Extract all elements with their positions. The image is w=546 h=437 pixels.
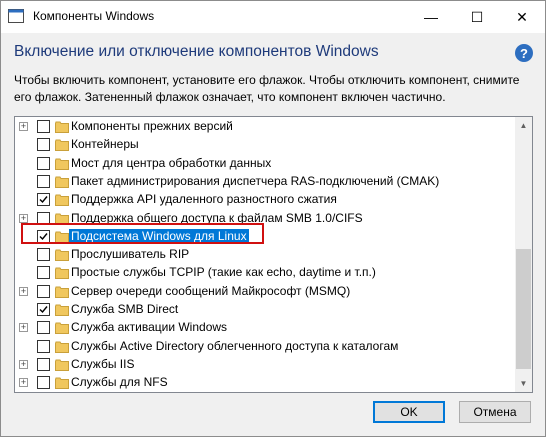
feature-checkbox[interactable]: [37, 174, 50, 188]
feature-row[interactable]: Служба SMB Direct: [15, 300, 515, 319]
feature-row[interactable]: + Служба активации Windows: [15, 318, 515, 337]
feature-checkbox[interactable]: [37, 156, 50, 170]
vertical-scrollbar[interactable]: ▲ ▼: [515, 117, 532, 392]
feature-checkbox[interactable]: [37, 321, 50, 335]
feature-label: Сервер очереди сообщений Майкрософт (MSM…: [71, 283, 351, 298]
feature-checkbox[interactable]: [37, 284, 50, 298]
feature-checkbox[interactable]: [37, 248, 50, 262]
feature-checkbox[interactable]: [37, 357, 50, 371]
folder-icon: [55, 212, 69, 225]
expand-plus-icon[interactable]: +: [19, 213, 28, 223]
feature-row[interactable]: Поддержка API удаленного разностного сжа…: [15, 190, 515, 209]
feature-checkbox[interactable]: [37, 376, 50, 390]
feature-label: Компоненты прежних версий: [71, 119, 233, 133]
feature-label: Службы Active Directory облегченного дос…: [71, 338, 399, 353]
cancel-button[interactable]: Отмена: [459, 401, 531, 423]
feature-row[interactable]: Простые службы TCPIP (такие как echo, da…: [15, 263, 515, 282]
expand-plus-icon[interactable]: +: [19, 286, 28, 296]
folder-icon: [55, 358, 69, 371]
window-title: Компоненты Windows: [33, 9, 155, 23]
feature-row[interactable]: + Службы IIS: [15, 355, 515, 374]
expand-plus-icon[interactable]: +: [19, 359, 28, 369]
feature-label: Простые службы TCPIP (такие как echo, da…: [71, 265, 376, 280]
feature-row[interactable]: Контейнеры: [15, 135, 515, 154]
feature-checkbox[interactable]: [37, 138, 50, 152]
feature-checkbox[interactable]: [37, 120, 50, 133]
ok-button[interactable]: OK: [373, 401, 445, 423]
help-icon[interactable]: ?: [515, 44, 533, 62]
folder-icon: [55, 157, 69, 170]
scroll-down-arrow[interactable]: ▼: [515, 375, 532, 392]
feature-row[interactable]: Пакет администрирования диспетчера RAS-п…: [15, 172, 515, 191]
close-button[interactable]: ✕: [499, 1, 545, 33]
feature-label: Службы для NFS: [71, 375, 168, 390]
feature-row[interactable]: Службы Active Directory облегченного дос…: [15, 337, 515, 356]
feature-label: Прослушиватель RIP: [71, 247, 190, 262]
folder-icon: [55, 120, 69, 133]
expand-plus-icon[interactable]: +: [19, 122, 28, 131]
scroll-up-arrow[interactable]: ▲: [515, 117, 532, 134]
feature-checkbox[interactable]: [37, 266, 50, 280]
folder-icon: [55, 376, 69, 390]
feature-row[interactable]: + Службы для NFS: [15, 373, 515, 392]
feature-label: Пакет администрирования диспетчера RAS-п…: [71, 173, 440, 188]
feature-checkbox[interactable]: [37, 339, 50, 353]
folder-icon: [55, 175, 69, 188]
folder-icon: [55, 266, 69, 280]
feature-row[interactable]: Мост для центра обработки данных: [15, 154, 515, 173]
feature-label: Служба активации Windows: [71, 320, 228, 335]
scroll-thumb[interactable]: [516, 249, 531, 369]
feature-label: Контейнеры: [71, 137, 139, 152]
feature-checkbox[interactable]: [37, 303, 50, 316]
folder-icon: [55, 303, 69, 316]
expand-plus-icon[interactable]: +: [19, 378, 28, 388]
maximize-button[interactable]: ☐: [454, 1, 500, 33]
app-window-icon: [8, 9, 24, 23]
expand-plus-icon[interactable]: +: [19, 323, 28, 333]
feature-row[interactable]: + Сервер очереди сообщений Майкрософт (MS…: [15, 282, 515, 301]
folder-icon: [55, 193, 69, 207]
windows-features-dialog: Компоненты Windows — ☐ ✕ Включение или о…: [0, 0, 546, 437]
folder-icon: [55, 285, 69, 298]
feature-label: Мост для центра обработки данных: [71, 155, 272, 170]
feature-checkbox[interactable]: [37, 193, 50, 207]
folder-icon: [55, 321, 69, 335]
features-tree[interactable]: + + Службы для NFS + Службы IIS Службы Active…: [14, 116, 533, 393]
feature-label: Поддержка API удаленного разностного сжа…: [71, 192, 337, 207]
dialog-heading: Включение или отключение компонентов Win…: [14, 43, 379, 60]
folder-icon: [55, 340, 69, 353]
feature-label: Служба SMB Direct: [71, 302, 179, 316]
folder-icon: [55, 138, 69, 152]
feature-label: Службы IIS: [71, 356, 135, 371]
title-bar[interactable]: Компоненты Windows — ☐ ✕: [1, 1, 545, 33]
dialog-description: Чтобы включить компонент, установите его…: [14, 73, 520, 104]
feature-row[interactable]: + Компоненты прежних версий: [15, 117, 515, 136]
feature-row[interactable]: Прослушиватель RIP: [15, 245, 515, 264]
folder-icon: [55, 248, 69, 262]
minimize-button[interactable]: —: [408, 1, 454, 33]
annotation-red-box: [21, 223, 264, 244]
